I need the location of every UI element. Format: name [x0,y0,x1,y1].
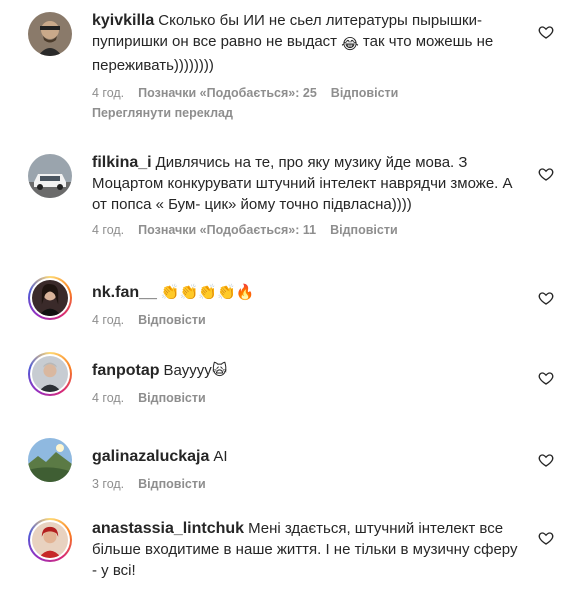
reply-button[interactable]: Відповісти [138,477,206,491]
scream-cat-emoji-icon: 🙀 [211,362,228,379]
comment-text: fanpotap Вауууу🙀 [92,360,522,381]
reply-button[interactable]: Відповісти [138,391,206,405]
comment-username[interactable]: anastassia_lintchuk [92,520,244,537]
reply-button[interactable]: Відповісти [330,223,398,237]
comment-meta: 4 год. Відповісти [92,391,522,405]
comment-username[interactable]: nk.fan__ [92,284,157,301]
comment-username[interactable]: galinazaluckaja [92,448,209,465]
comment-meta: 4 год. Позначки «Подобається»: 11 Відпов… [92,223,522,237]
comment-time[interactable]: 4 год. [92,86,124,100]
like-heart-icon[interactable] [538,370,554,386]
comment-text: anastassia_lintchuk Мені здається, штучни… [92,518,522,581]
avatar[interactable] [28,12,72,56]
comment-text: galinazaluckaja AI [92,446,522,467]
comment-time[interactable]: 3 год. [92,477,124,491]
like-heart-icon[interactable] [538,530,554,546]
comment-username[interactable]: kyivkilla [92,12,154,29]
avatar-story-ring[interactable] [28,276,72,320]
comment-text: filkina_i Дивлячись на те, про яку музику… [92,152,522,215]
like-heart-icon[interactable] [538,166,554,182]
clap-fire-emojis-icon: 👏👏👏👏🔥 [160,284,255,301]
laughing-emoji-icon: 😂 [341,36,359,53]
comment-time[interactable]: 4 год. [92,391,124,405]
avatar-story-ring[interactable] [28,518,72,562]
comment-body: AI [213,448,228,465]
comment-meta: 3 год. Відповісти [92,477,522,491]
comment-time[interactable]: 4 год. [92,313,124,327]
reply-button[interactable]: Відповісти [138,313,206,327]
like-heart-icon[interactable] [538,290,554,306]
avatar-story-ring[interactable] [28,352,72,396]
comment-username[interactable]: fanpotap [92,362,160,379]
like-heart-icon[interactable] [538,24,554,40]
comment-meta: 4 год. Відповісти [92,313,522,327]
comment-time[interactable]: 4 год. [92,223,124,237]
avatar[interactable] [28,438,72,482]
comment-meta: 4 год. Позначки «Подобається»: 25 Відпов… [92,86,522,100]
comment-text: kyivkilla Сколько бы ИИ не сьел литератур… [92,10,522,76]
avatar[interactable] [28,154,72,198]
comment-likes[interactable]: Позначки «Подобається»: 11 [138,223,316,237]
see-translation-button[interactable]: Переглянути переклад [92,106,522,120]
comment-username[interactable]: filkina_i [92,154,152,171]
comment-body: Дивлячись на те, про яку музику йде мова… [92,154,513,213]
comment-text: nk.fan__ 👏👏👏👏🔥 [92,282,522,303]
reply-button[interactable]: Відповісти [331,86,399,100]
comment-likes[interactable]: Позначки «Подобається»: 25 [138,86,317,100]
like-heart-icon[interactable] [538,452,554,468]
comment-body: Вауууу [163,362,212,379]
